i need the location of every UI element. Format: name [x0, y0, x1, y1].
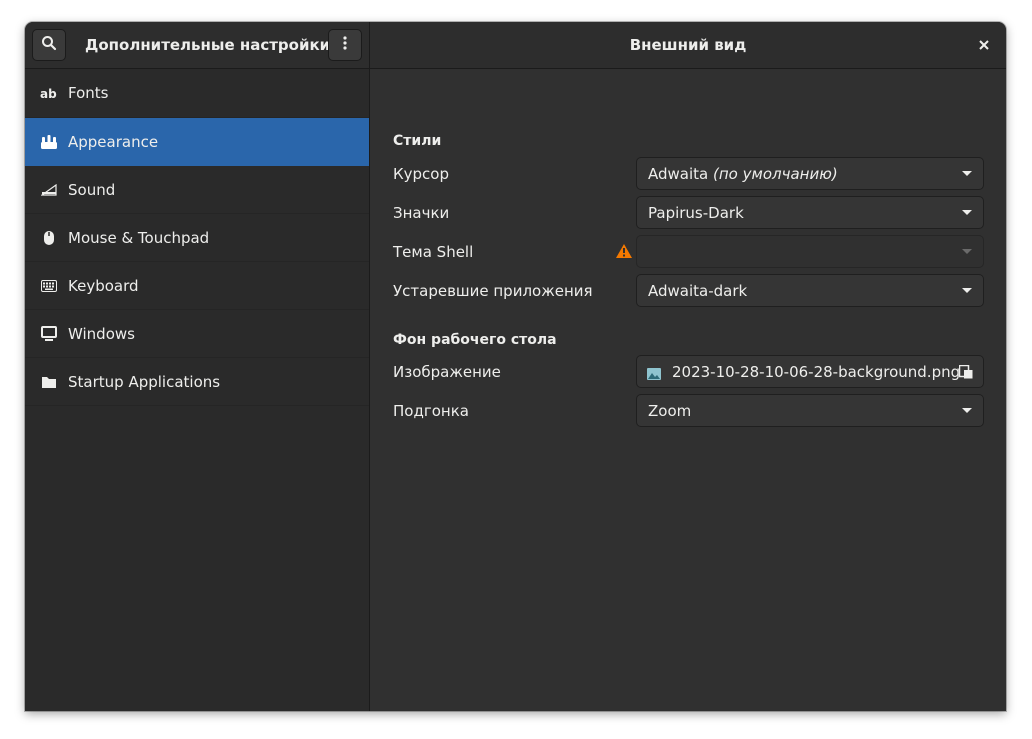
image-file-chooser[interactable]: 2023-10-28-10-06-28-background.png	[636, 355, 984, 388]
image-file-icon	[647, 366, 661, 380]
image-file-value: 2023-10-28-10-06-28-background.png	[672, 362, 961, 381]
folder-icon	[39, 372, 59, 392]
tweaks-window: Дополнительные настройки Внешний вид ab …	[25, 22, 1006, 711]
sidebar-headerbar: Дополнительные настройки	[25, 22, 370, 69]
cursor-value: Adwaita (по умолчанию)	[648, 164, 838, 183]
sidebar-item-label: Mouse & Touchpad	[68, 228, 210, 247]
page-title: Внешний вид	[629, 36, 747, 54]
fit-label: Подгонка	[393, 402, 469, 420]
keyboard-icon	[39, 276, 59, 296]
svg-text:ab: ab	[40, 87, 57, 100]
sidebar-item-mouse[interactable]: Mouse & Touchpad	[25, 214, 369, 262]
main-headerbar: Внешний вид	[370, 22, 1006, 69]
close-button[interactable]	[972, 34, 996, 58]
background-section-title: Фон рабочего стола	[393, 332, 557, 348]
sidebar-item-label: Keyboard	[68, 276, 139, 295]
chevron-down-icon	[962, 408, 972, 413]
sidebar-item-label: Startup Applications	[68, 372, 221, 391]
chevron-down-icon	[962, 210, 972, 215]
legacy-apps-value: Adwaita-dark	[648, 281, 748, 300]
windows-icon	[39, 324, 59, 344]
search-icon	[41, 35, 57, 55]
legacy-apps-label: Устаревшие приложения	[393, 282, 593, 300]
cursor-combo[interactable]: Adwaita (по умолчанию)	[636, 157, 984, 190]
sidebar-item-appearance[interactable]: Appearance	[25, 118, 369, 166]
icons-value: Papirus-Dark	[648, 203, 744, 222]
sidebar-title: Дополнительные настройки	[85, 36, 331, 54]
fit-combo[interactable]: Zoom	[636, 394, 984, 427]
chevron-down-icon	[962, 171, 972, 176]
image-label: Изображение	[393, 363, 501, 381]
legacy-apps-combo[interactable]: Adwaita-dark	[636, 274, 984, 307]
styles-section-title: Стили	[393, 133, 442, 149]
sidebar-item-fonts[interactable]: ab Fonts	[25, 69, 369, 118]
shell-theme-combo[interactable]	[636, 235, 984, 268]
sidebar-item-label: Fonts	[68, 84, 109, 102]
chevron-down-icon	[962, 288, 972, 293]
appearance-panel: Стили Курсор Adwaita (по умолчанию) Знач…	[370, 69, 1006, 711]
sidebar-item-keyboard[interactable]: Keyboard	[25, 262, 369, 310]
open-document-icon[interactable]	[958, 364, 973, 383]
menu-button[interactable]	[328, 29, 362, 61]
icons-combo[interactable]: Papirus-Dark	[636, 196, 984, 229]
chevron-down-icon	[962, 249, 972, 254]
fonts-icon: ab	[39, 83, 59, 103]
cursor-default-note: (по умолчанию)	[713, 164, 838, 183]
sidebar: ab Fonts Appearance Sound Mouse & Touchp…	[25, 69, 370, 711]
sidebar-item-startup[interactable]: Startup Applications	[25, 358, 369, 406]
close-icon	[979, 38, 989, 54]
appearance-icon	[39, 132, 59, 152]
sidebar-item-sound[interactable]: Sound	[25, 166, 369, 214]
vertical-dots-icon	[337, 35, 353, 55]
warning-icon	[615, 243, 633, 261]
fit-value: Zoom	[648, 401, 692, 420]
search-button[interactable]	[32, 29, 66, 61]
shell-theme-label: Тема Shell	[393, 243, 474, 261]
sidebar-item-label: Sound	[68, 180, 116, 199]
sidebar-item-label: Appearance	[68, 132, 159, 151]
sidebar-item-label: Windows	[68, 324, 135, 343]
mouse-icon	[39, 228, 59, 248]
sound-icon	[39, 180, 59, 200]
sidebar-item-windows[interactable]: Windows	[25, 310, 369, 358]
icons-label: Значки	[393, 204, 450, 222]
cursor-label: Курсор	[393, 165, 449, 183]
